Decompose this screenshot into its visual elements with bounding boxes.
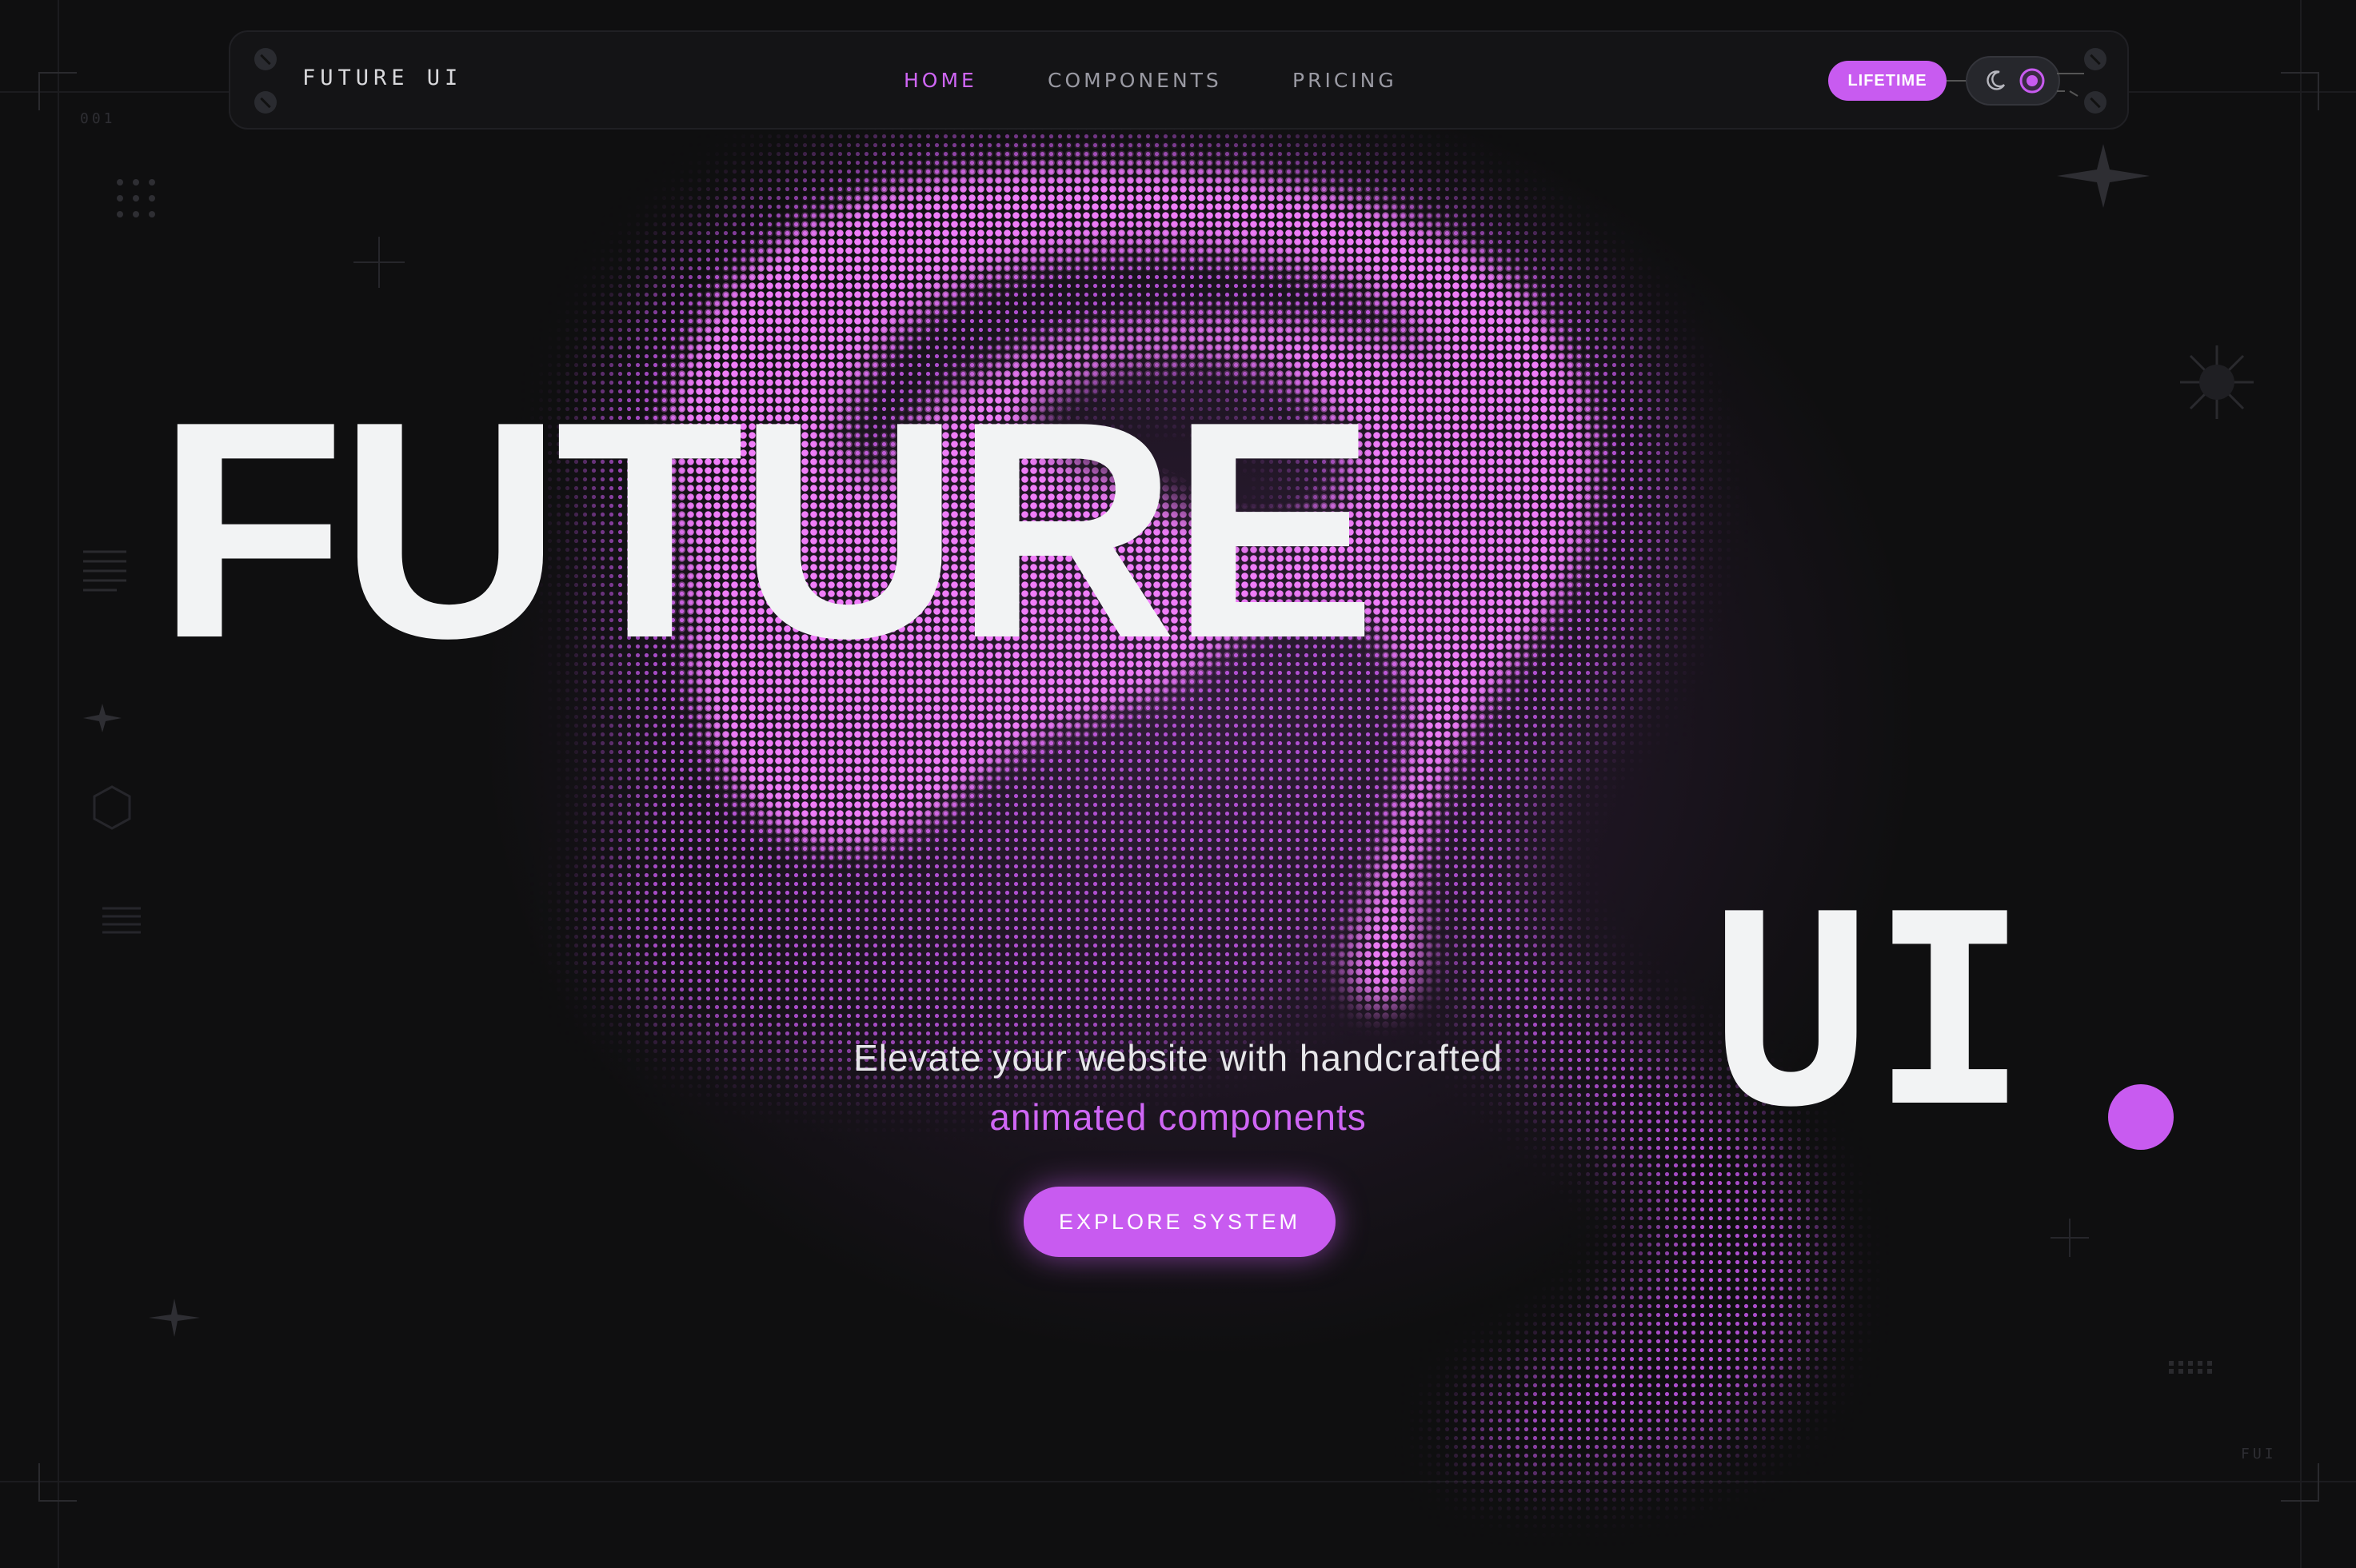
hero-tagline-accent: animated components	[989, 1096, 1367, 1138]
decor-code-left: 001	[80, 110, 116, 127]
explore-system-button[interactable]: EXPLORE SYSTEM	[1024, 1187, 1336, 1257]
four-point-star-icon	[2057, 144, 2150, 208]
decor-code-right: FUI	[2241, 1446, 2277, 1462]
crosshair-small-icon	[2051, 1219, 2089, 1257]
top-navbar: FUTURE UI HOME COMPONENTS PRICING LIFETI…	[229, 30, 2129, 130]
hero-tagline: Elevate your website with handcrafted	[853, 1037, 1503, 1079]
hexagon-icon	[93, 785, 131, 830]
landing-page: 001 FUI FUTURE UI HOME COMPONENTS PRICIN…	[0, 0, 2356, 1568]
brand-logo[interactable]: FUTURE UI	[302, 66, 462, 90]
dash-dots-icon	[2169, 1361, 2212, 1374]
nav-link-home[interactable]: HOME	[904, 69, 977, 92]
moon-icon[interactable]	[1983, 69, 2007, 93]
nav-link-pricing[interactable]: PRICING	[1292, 69, 1397, 92]
theme-toggle[interactable]	[1966, 56, 2060, 106]
crosshair-icon	[353, 237, 405, 288]
screw-icon	[254, 91, 277, 114]
stripes-icon	[102, 907, 141, 934]
nav-link-components[interactable]: COMPONENTS	[1048, 69, 1222, 92]
sunburst-icon	[2180, 345, 2254, 419]
screw-icon	[254, 48, 277, 70]
dot-grid-icon	[117, 179, 155, 217]
lifetime-badge[interactable]: LIFETIME	[1828, 61, 1947, 101]
hero-title-future: FUTURE	[157, 357, 1376, 702]
target-icon[interactable]	[2019, 67, 2046, 94]
sparkle-small-icon	[83, 704, 122, 732]
connector-dashes	[2057, 73, 2084, 97]
sparkle-icon	[149, 1299, 200, 1337]
halftone-swirl-artwork	[0, 0, 2356, 1568]
lines-icon	[83, 550, 126, 592]
